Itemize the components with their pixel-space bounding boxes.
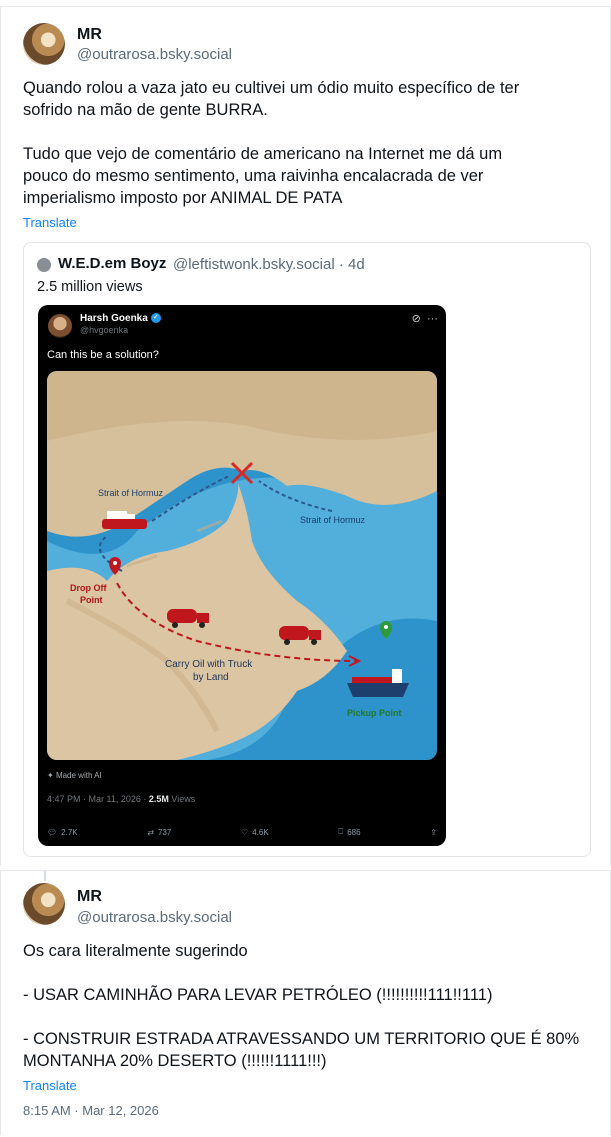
translate-link[interactable]: Translate <box>23 1078 77 1093</box>
svg-text:by Land: by Land <box>193 672 229 683</box>
made-with-ai-label: ✦ Made with AI <box>47 771 102 780</box>
post-timestamp[interactable]: 8:15 AM · Mar 12, 2026 <box>23 1103 159 1118</box>
author-avatar[interactable] <box>23 883 65 925</box>
verified-badge-icon: ✓ <box>150 313 161 324</box>
screenshot-author-handle: @hvgoenka <box>80 325 129 335</box>
author-avatar[interactable] <box>23 23 65 65</box>
post-text: Quando rolou a vaza jato eu cultivei um … <box>23 79 520 207</box>
quoted-post[interactable]: W.E.D.em Boyz @leftistwonk.bsky.social ·… <box>23 242 591 857</box>
repost-icon: ⇄ <box>147 827 155 837</box>
quoted-post-text: 2.5 million views <box>37 279 143 295</box>
quoted-author-name[interactable]: W.E.D.em Boyz <box>58 255 166 272</box>
screenshot-header-icons: ⊘ ··· <box>412 312 438 325</box>
post-quote-parent[interactable]: MR @outrarosa.bsky.social Quando rolou a… <box>0 6 611 866</box>
screenshot-avatar <box>48 314 72 338</box>
more-icon: ··· <box>427 313 438 325</box>
svg-text:Strait of Hormuz: Strait of Hormuz <box>300 515 366 525</box>
post-reply[interactable]: MR @outrarosa.bsky.social Os cara litera… <box>0 870 611 1135</box>
svg-text:Pickup Point: Pickup Point <box>347 708 402 718</box>
screenshot-author-name: Harsh Goenka ✓ <box>80 313 161 324</box>
repost-count: ⇄ 737 <box>147 827 172 837</box>
screenshot-post-text: Can this be a solution? <box>47 349 159 361</box>
bookmark-count: ⎕ 686 <box>338 827 361 837</box>
post-text: Os cara literalmente sugerindo - USAR CA… <box>23 942 580 1070</box>
reply-icon: 💬︎ <box>47 827 58 837</box>
share-icon: ⇪ <box>430 827 437 837</box>
author-handle[interactable]: @outrarosa.bsky.social <box>77 909 232 926</box>
strait-map-image: Strait of Hormuz Strait of Hormuz Drop O… <box>47 371 437 760</box>
sparkle-icon: ✦ <box>47 771 54 780</box>
author-name[interactable]: MR <box>77 888 102 906</box>
svg-text:Carry Oil with Truck: Carry Oil with Truck <box>165 659 253 670</box>
bookmark-icon: ⎕ <box>338 827 344 836</box>
screenshot-action-bar: 💬︎ 2.7K ⇄ 737 ♡ 4.6K ⎕ 686 ⇪ <box>47 827 437 837</box>
heart-icon: ♡ <box>241 827 249 837</box>
svg-text:Drop Off: Drop Off <box>70 583 107 593</box>
translate-link[interactable]: Translate <box>23 215 77 230</box>
no-entry-icon: ⊘ <box>411 313 421 325</box>
author-handle[interactable]: @outrarosa.bsky.social <box>77 46 232 63</box>
quoted-author-handle[interactable]: @leftistwonk.bsky.social · 4d <box>173 256 365 273</box>
thread-connector <box>44 871 46 881</box>
embedded-screenshot[interactable]: Harsh Goenka ✓ @hvgoenka ⊘ ··· Can this b… <box>38 305 446 846</box>
screenshot-meta: 4:47 PM · Mar 11, 2026 · 2.5M Views <box>47 794 196 804</box>
like-count: ♡ 4.6K <box>241 827 269 837</box>
reply-count: 💬︎ 2.7K <box>47 827 78 837</box>
svg-text:Point: Point <box>80 595 103 605</box>
quoted-author-avatar[interactable] <box>37 258 51 272</box>
svg-text:Strait of Hormuz: Strait of Hormuz <box>98 488 164 498</box>
author-name[interactable]: MR <box>77 26 102 44</box>
